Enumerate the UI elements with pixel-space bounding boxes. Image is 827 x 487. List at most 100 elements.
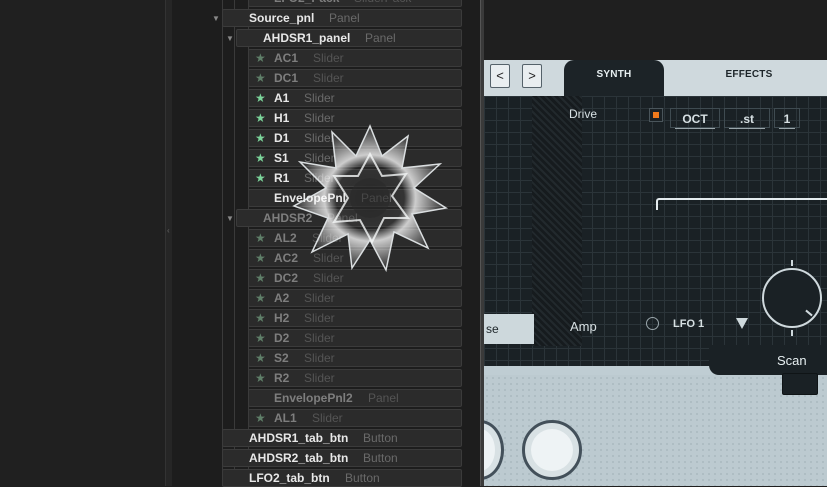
- envelope-graph-line: [656, 198, 827, 210]
- knob-tick-top: [791, 260, 793, 266]
- scan-label: Scan: [777, 353, 807, 368]
- tree-row-d2[interactable]: ★ D2 Slider: [248, 329, 462, 347]
- tree-row-name: DC1: [274, 71, 299, 85]
- star-icon[interactable]: ★: [255, 230, 266, 246]
- knob-tick-bottom: [791, 330, 793, 336]
- tree-row-name: H2: [274, 311, 290, 325]
- expand-arrow-icon[interactable]: ▼: [226, 34, 234, 43]
- tree-row-type: Slider: [304, 351, 335, 365]
- tree-row-al1[interactable]: ★ AL1 Slider: [248, 409, 462, 427]
- tree-row-name: A1: [274, 91, 290, 105]
- tree-row-name: AHDSR2_tab_btn: [249, 451, 349, 465]
- tree-row-name: S2: [274, 351, 289, 365]
- tree-row-name: D1: [274, 131, 290, 145]
- oct-field-text: OCT: [682, 112, 708, 126]
- tree-row-dc1[interactable]: ★ DC1 Slider: [248, 69, 462, 87]
- value-field[interactable]: 1: [774, 108, 800, 129]
- tree-row-name: LFO2_tab_btn: [249, 471, 330, 485]
- star-icon[interactable]: ★: [255, 250, 266, 266]
- tree-guide-line: [234, 0, 235, 486]
- tree-guide-line: [222, 0, 223, 486]
- oct-field[interactable]: OCT: [670, 108, 720, 129]
- tree-row-type: Slider: [304, 311, 335, 325]
- plugin-interface: < > SYNTH EFFECTS Drive OCT .st 1 se Amp…: [484, 0, 827, 486]
- star-icon[interactable]: ★: [255, 90, 266, 106]
- plugin-top-bg: [484, 0, 827, 60]
- tree-row-name: R1: [274, 171, 290, 185]
- tree-row-type: Button: [345, 471, 380, 485]
- star-icon[interactable]: ★: [255, 330, 266, 346]
- tree-row-name: H1: [274, 111, 290, 125]
- tree-row-ahdsr1-tab-btn[interactable]: AHDSR1_tab_btn Button: [222, 429, 462, 447]
- tree-row-name: EnvelopePnl2: [274, 391, 353, 405]
- star-icon[interactable]: ★: [255, 270, 266, 286]
- amp-label: Amp: [570, 319, 597, 334]
- tree-row-name: AC1: [274, 51, 299, 65]
- value-field-text: 1: [783, 112, 791, 126]
- star-icon[interactable]: ★: [255, 110, 266, 126]
- tree-row-type: Slider: [304, 371, 335, 385]
- tree-row-lfo2-tab-btn[interactable]: LFO2_tab_btn Button: [222, 469, 462, 487]
- tree-row-r2[interactable]: ★ R2 Slider: [248, 369, 462, 387]
- tree-row-s2[interactable]: ★ S2 Slider: [248, 349, 462, 367]
- tree-row-type: Panel: [365, 31, 396, 45]
- tree-row-source-pnl[interactable]: Source_pnl Panel: [222, 9, 462, 27]
- star-icon[interactable]: ★: [255, 70, 266, 86]
- tab-synth[interactable]: SYNTH: [564, 60, 664, 96]
- scan-bg: [709, 345, 827, 375]
- semitone-field-text: .st: [739, 112, 754, 126]
- tree-row-ahdsr2-tab-btn[interactable]: AHDSR2_tab_btn Button: [222, 449, 462, 467]
- tree-row-name: AHDSR1_panel: [263, 31, 351, 45]
- expand-arrow-icon[interactable]: ▼: [212, 14, 220, 23]
- lfo-label: LFO 1: [673, 318, 705, 330]
- splitter-grip-icon[interactable]: ‹: [167, 226, 170, 235]
- drive-label: Drive: [569, 107, 598, 121]
- tree-row-name: AL1: [274, 411, 297, 425]
- star-icon[interactable]: ★: [255, 290, 266, 306]
- tree-row-name: R2: [274, 371, 290, 385]
- hatched-strip: [532, 96, 582, 346]
- tree-row-name: D2: [274, 331, 290, 345]
- tree-row-name: AHDSR1_tab_btn: [249, 431, 349, 445]
- main-knob[interactable]: [762, 268, 822, 328]
- lower-knob[interactable]: [522, 420, 582, 480]
- star-icon[interactable]: ★: [255, 150, 266, 166]
- tree-row-type: Button: [363, 431, 398, 445]
- star-icon[interactable]: ★: [255, 350, 266, 366]
- star-icon[interactable]: ★: [255, 410, 266, 426]
- prev-button[interactable]: <: [490, 64, 510, 88]
- tree-row-type: Slider: [313, 51, 344, 65]
- tree-row-name: Source_pnl: [249, 11, 315, 25]
- star-icon[interactable]: ★: [255, 170, 266, 186]
- lfo-radio[interactable]: [646, 317, 659, 330]
- tree-row-h2[interactable]: ★ H2 Slider: [248, 309, 462, 327]
- loading-spinner-icon: [292, 124, 449, 273]
- tree-row-name: A2: [274, 291, 290, 305]
- tree-row-ac1[interactable]: ★ AC1 Slider: [248, 49, 462, 67]
- expand-arrow-icon[interactable]: ▼: [226, 214, 234, 223]
- left-pane: [0, 0, 165, 486]
- tree-row-ahdsr1-panel[interactable]: AHDSR1_panel Panel: [236, 29, 462, 47]
- lfo-dropdown-icon[interactable]: [736, 318, 748, 329]
- star-icon[interactable]: ★: [255, 310, 266, 326]
- tree-row-name: LFO2_Pack: [274, 0, 339, 6]
- tree-row-envelopepnl2[interactable]: EnvelopePnl2 Panel: [248, 389, 462, 407]
- tree-row-a2[interactable]: ★ A2 Slider: [248, 289, 462, 307]
- semitone-field[interactable]: .st: [724, 108, 770, 129]
- star-icon[interactable]: ★: [255, 370, 266, 386]
- tree-row-type: Slider: [313, 71, 344, 85]
- tree-row-type: Slider: [304, 331, 335, 345]
- tree-row-type: Slider: [304, 91, 335, 105]
- star-icon[interactable]: ★: [255, 130, 266, 146]
- tree-row-lfo2-pack[interactable]: LFO2_Pack SliderPack: [248, 0, 462, 7]
- tab-effects[interactable]: EFFECTS: [674, 60, 824, 96]
- light-button[interactable]: se: [484, 314, 534, 344]
- drive-led-toggle[interactable]: [649, 108, 663, 122]
- next-button[interactable]: >: [522, 64, 542, 88]
- tree-row-a1[interactable]: ★ A1 Slider: [248, 89, 462, 107]
- star-icon[interactable]: ★: [255, 50, 266, 66]
- tree-row-type: Slider: [304, 291, 335, 305]
- tree-row-name: S1: [274, 151, 289, 165]
- scan-button[interactable]: [782, 373, 818, 395]
- tree-row-type: Button: [363, 451, 398, 465]
